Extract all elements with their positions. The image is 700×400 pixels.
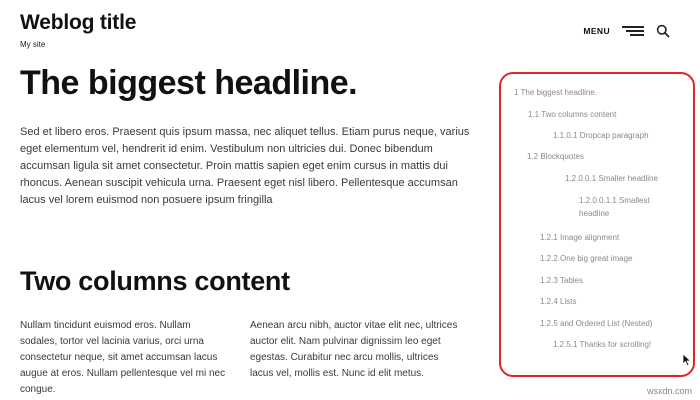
toc-item-ordered-list-nested[interactable]: 1.2.5 and Ordered List (Nested) — [540, 317, 653, 330]
toc-item-dropcap-paragraph[interactable]: 1.1.0.1 Dropcap paragraph — [553, 129, 649, 142]
toc-item-tables[interactable]: 1.2.3 Tables — [540, 274, 583, 287]
mouse-pointer-icon — [682, 353, 692, 367]
site-title[interactable]: Weblog title — [20, 11, 136, 35]
toc-item-one-big-great-image[interactable]: 1.2.2 One big great image — [540, 252, 633, 265]
menu-button[interactable]: MENU — [583, 26, 610, 36]
intro-paragraph: Sed et libero eros. Praesent quis ipsum … — [20, 126, 470, 206]
page-headline: The biggest headline. — [20, 64, 358, 102]
search-icon[interactable] — [656, 24, 670, 38]
toc-item-smaller-headline[interactable]: 1.2.0.0.1 Smaller headline — [565, 172, 658, 185]
header-nav: MENU — [583, 24, 670, 38]
hamburger-icon[interactable] — [622, 25, 644, 37]
column-left-text: Nullam tincidunt euismod eros. Nullam so… — [20, 320, 226, 395]
toc-item-image-alignment[interactable]: 1.2.1 Image alignment — [540, 231, 619, 244]
toc-item-thanks-for-scrolling[interactable]: 1.2.5.1 Thanks for scrolling! — [553, 338, 651, 351]
page: Weblog title My site MENU The biggest he… — [0, 0, 700, 400]
watermark: wsxdn.com — [646, 386, 692, 396]
section-headline: Two columns content — [20, 266, 290, 296]
toc-item-the-biggest-headline[interactable]: 1 The biggest headline. — [514, 86, 597, 99]
toc-item-blockquotes[interactable]: 1.2 Blockquotes — [527, 150, 584, 163]
toc-item-two-columns-content[interactable]: 1.1 Two columns content — [528, 108, 616, 121]
toc-item-lists[interactable]: 1.2.4 Lists — [540, 295, 576, 308]
column-right-text: Aenean arcu nibh, auctor vitae elit nec,… — [250, 320, 458, 379]
site-description: My site — [20, 40, 46, 49]
toc-item-smallest-headline[interactable]: 1.2.0.0.1.1 Smallest headline — [579, 194, 659, 220]
